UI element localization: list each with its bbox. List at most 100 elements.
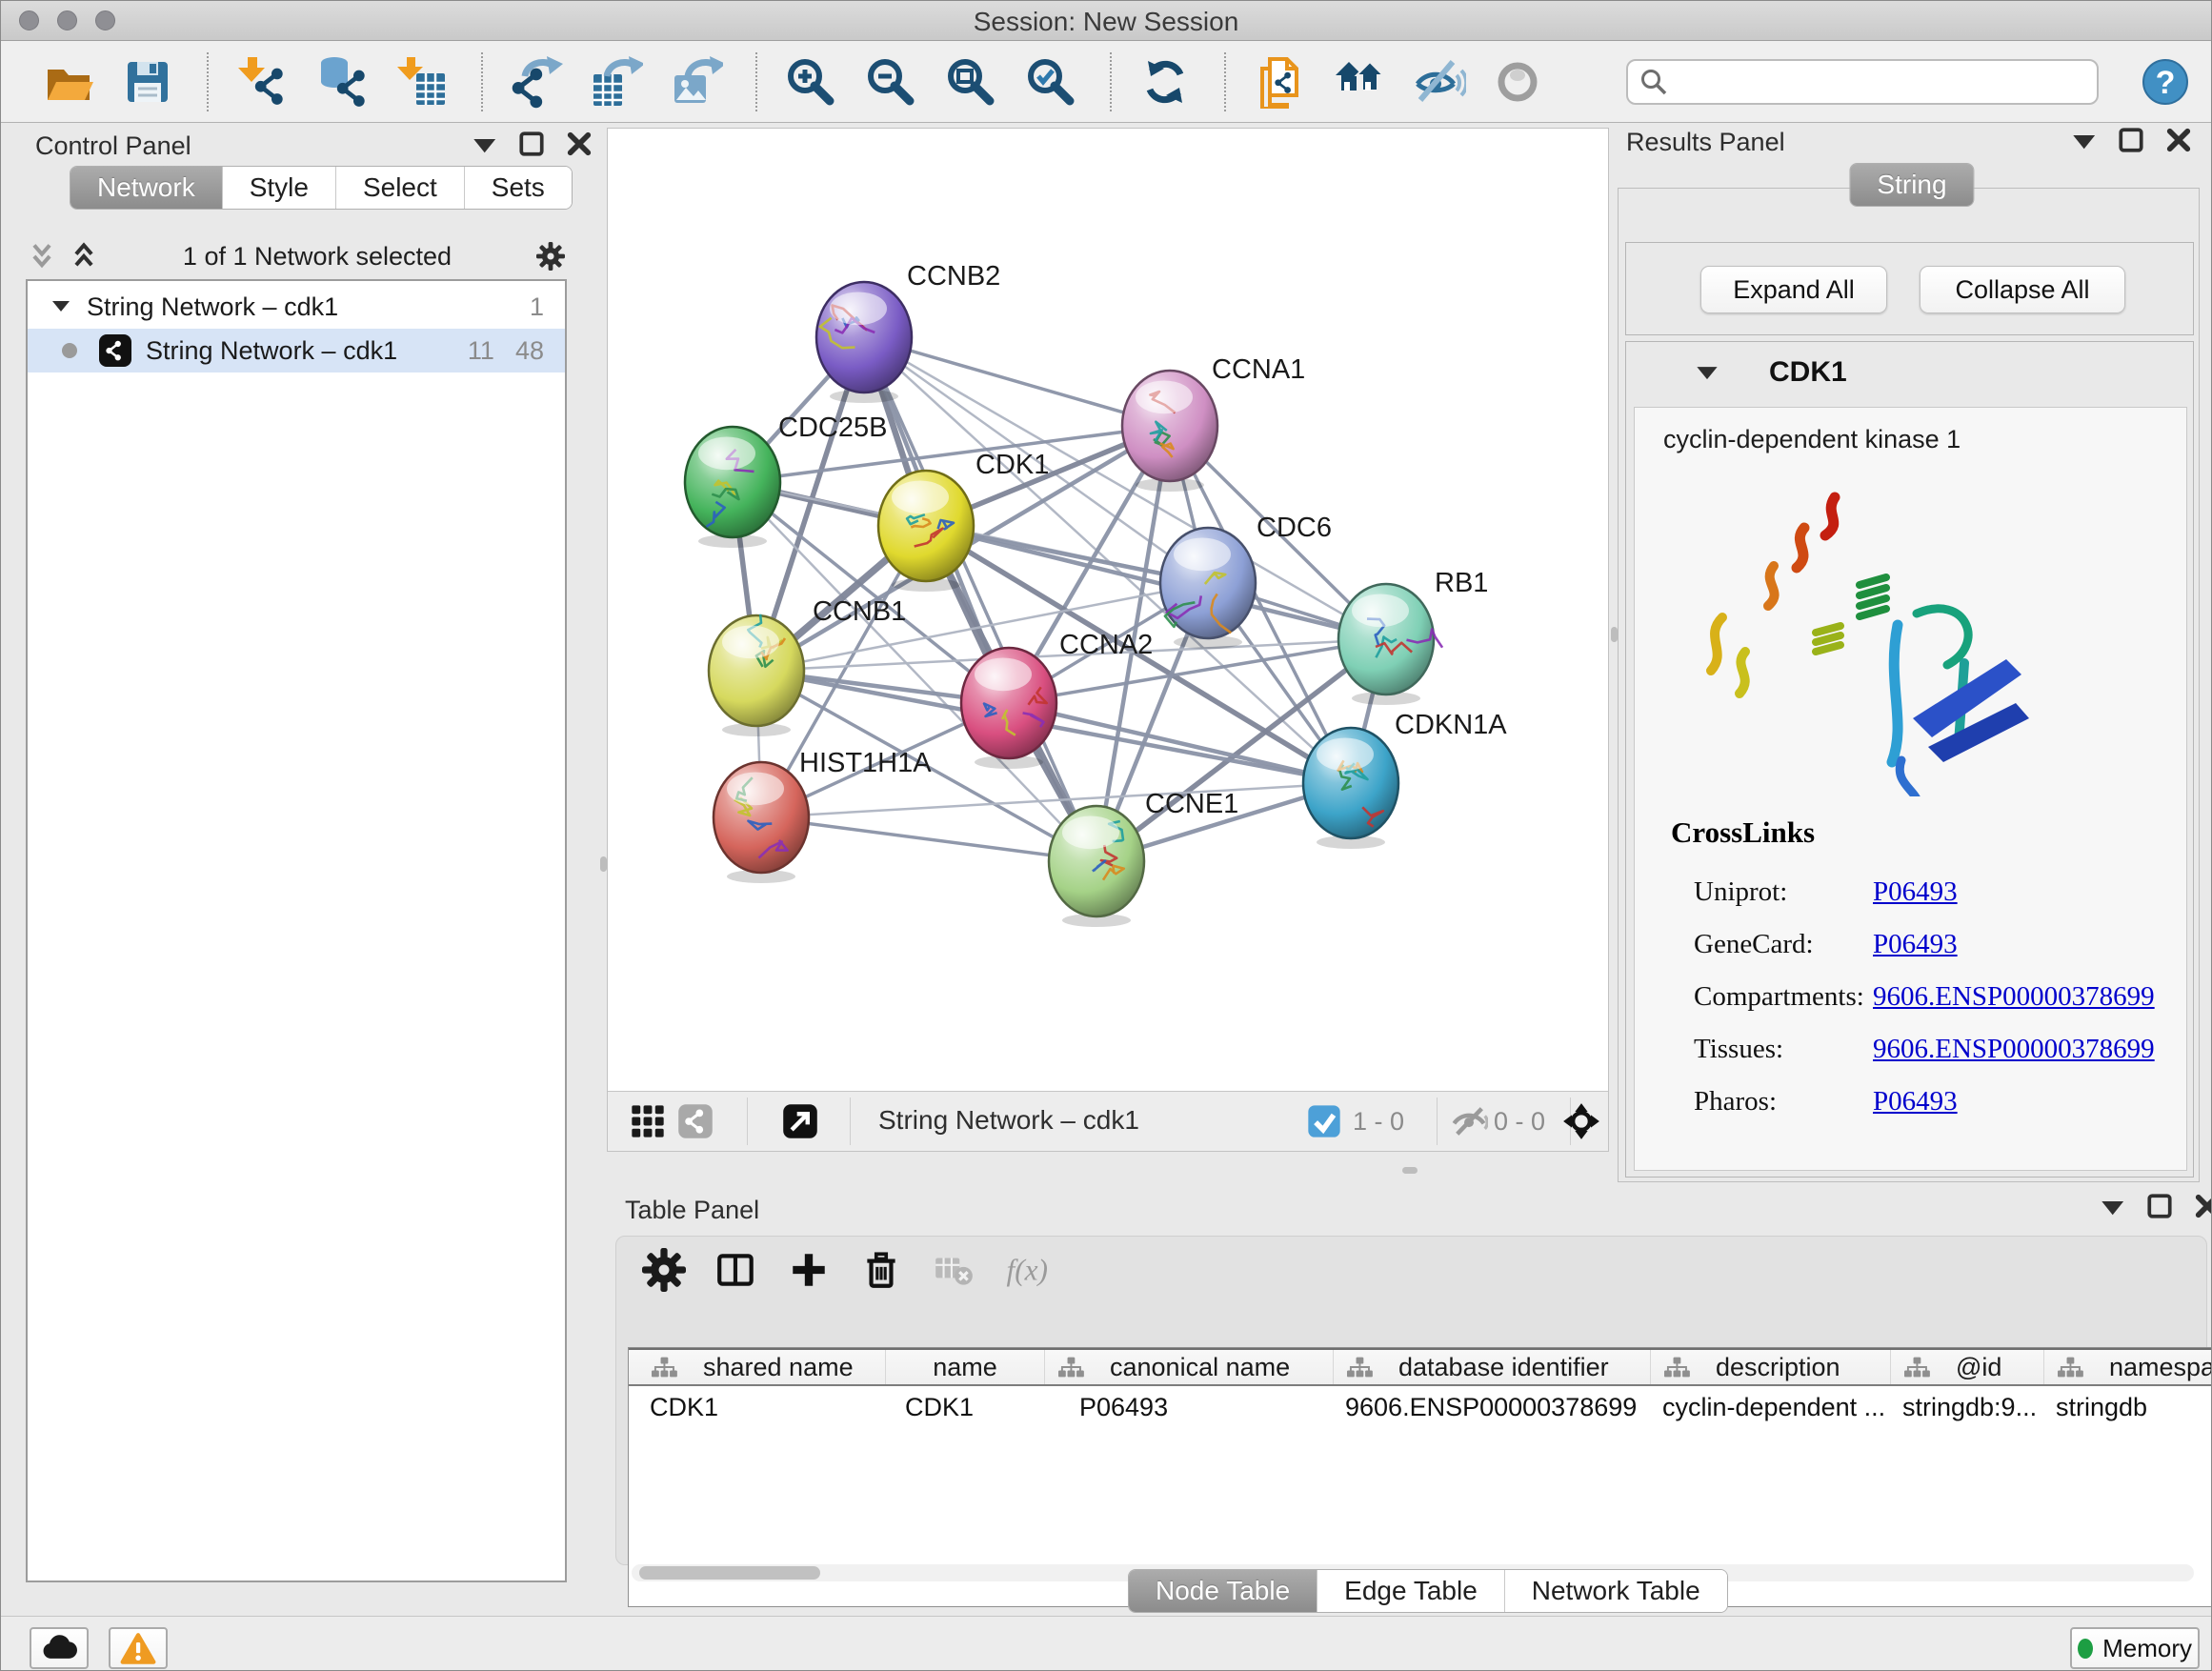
collapse-all-button[interactable]: Collapse All xyxy=(1920,266,2125,313)
hide-enhanced-graphics-button[interactable] xyxy=(1413,54,1468,110)
delete-column-button[interactable] xyxy=(859,1248,903,1292)
title-bar[interactable]: Session: New Session xyxy=(1,1,2211,41)
network-column-icon xyxy=(1662,1355,1691,1379)
node-CCNE1[interactable] xyxy=(1049,806,1144,927)
crosslink-link[interactable]: 9606.ENSP00000378699 xyxy=(1873,981,2155,1013)
tab-network-table[interactable]: Network Table xyxy=(1504,1570,1727,1612)
cell-name[interactable]: CDK1 xyxy=(886,1393,1045,1422)
tab-style[interactable]: Style xyxy=(222,167,335,209)
grid-view-button[interactable] xyxy=(629,1102,667,1140)
add-column-button[interactable] xyxy=(787,1248,831,1292)
column-header-namespace[interactable]: namespace xyxy=(2044,1350,2212,1384)
network-options-gear-icon[interactable] xyxy=(534,240,567,272)
hidden-items-eye-slash-icon[interactable] xyxy=(1450,1102,1488,1140)
crosslink-link[interactable]: 9606.ENSP00000378699 xyxy=(1873,1034,2155,1065)
node-CDKN1A[interactable] xyxy=(1303,728,1398,849)
cell-description[interactable]: cyclin-dependent ... xyxy=(1651,1393,1891,1422)
column-header-shared-name[interactable]: shared name xyxy=(638,1350,886,1384)
tab-select[interactable]: Select xyxy=(335,167,464,209)
results-panel-collapse-button[interactable] xyxy=(2067,124,2100,156)
node-RB1[interactable] xyxy=(1338,584,1442,705)
left-splitter-handle[interactable] xyxy=(600,856,607,872)
collapse-all-networks-icon[interactable] xyxy=(26,240,58,272)
cell--id[interactable]: stringdb:9... xyxy=(1891,1393,2044,1422)
tab-network[interactable]: Network xyxy=(70,167,222,209)
function-builder-button[interactable]: f(x) xyxy=(1004,1248,1075,1292)
crosslink-link[interactable]: P06493 xyxy=(1873,1086,1958,1117)
gene-section-header[interactable]: CDK1 xyxy=(1626,342,2193,403)
search-input[interactable] xyxy=(1676,66,2085,97)
export-table-button[interactable] xyxy=(590,54,645,110)
show-graphics-details-button[interactable] xyxy=(1493,54,1548,110)
collapse-caret-icon[interactable] xyxy=(1695,360,1719,385)
right-splitter-handle[interactable] xyxy=(1611,627,1618,642)
tree-expander-caret-icon[interactable] xyxy=(50,296,71,317)
cell-namespace[interactable]: stringdb xyxy=(2044,1393,2212,1422)
export-network-button[interactable] xyxy=(510,54,565,110)
table-panel-float-button[interactable] xyxy=(2143,1190,2176,1222)
string-home-button[interactable] xyxy=(1333,54,1388,110)
scrollbar-thumb[interactable] xyxy=(639,1566,820,1580)
tab-edge-table[interactable]: Edge Table xyxy=(1317,1570,1504,1612)
edge-CCNA2-CDKN1A[interactable] xyxy=(1009,703,1351,783)
table-settings-gear-button[interactable] xyxy=(642,1248,686,1292)
edge-HIST1H1A-CCNE1[interactable] xyxy=(761,817,1096,861)
help-button[interactable]: ? xyxy=(2139,54,2194,110)
cloud-status-button[interactable] xyxy=(30,1627,89,1669)
network-canvas[interactable]: CCNB2CCNA1CDC25BCDK1CDC6RB1CCNB1CCNA2CDK… xyxy=(608,129,1608,1091)
results-panel-close-button[interactable] xyxy=(2162,124,2195,156)
column-header--id[interactable]: @id xyxy=(1891,1350,2044,1384)
import-table-file-button[interactable] xyxy=(395,54,451,110)
warning-status-button[interactable] xyxy=(109,1627,168,1669)
node-CCNB1[interactable] xyxy=(709,614,804,736)
zoom-selected-button[interactable] xyxy=(1024,54,1079,110)
expand-all-button[interactable]: Expand All xyxy=(1700,266,1887,313)
selected-nodes-checkbox-icon[interactable] xyxy=(1305,1102,1343,1140)
node-HIST1H1A[interactable] xyxy=(714,762,809,883)
horizontal-splitter-handle[interactable] xyxy=(1402,1167,1418,1174)
crosslink-link[interactable]: P06493 xyxy=(1873,929,1958,960)
column-header-description[interactable]: description xyxy=(1651,1350,1891,1384)
network-tree-row[interactable]: String Network – cdk11 xyxy=(28,285,565,329)
refresh-layout-button[interactable] xyxy=(1138,54,1194,110)
column-header-name[interactable]: name xyxy=(886,1350,1045,1384)
string-document-button[interactable] xyxy=(1253,54,1308,110)
open-view-in-window-button[interactable] xyxy=(781,1102,819,1140)
node-CCNA1[interactable] xyxy=(1122,371,1217,492)
delete-table-button[interactable] xyxy=(932,1248,975,1292)
open-session-button[interactable] xyxy=(41,54,96,110)
memory-status-button[interactable]: Memory xyxy=(2070,1627,2200,1669)
column-header-database-identifier[interactable]: database identifier xyxy=(1334,1350,1651,1384)
node-CDC25B[interactable] xyxy=(685,427,780,548)
zoom-fit-button[interactable] xyxy=(944,54,999,110)
column-header-canonical-name[interactable]: canonical name xyxy=(1045,1350,1334,1384)
network-tree-row[interactable]: String Network – cdk11148 xyxy=(28,329,565,372)
zoom-in-button[interactable] xyxy=(784,54,839,110)
network-view-panel[interactable]: CCNB2CCNA1CDC25BCDK1CDC6RB1CCNB1CCNA2CDK… xyxy=(607,128,1609,1152)
control-panel-close-button[interactable] xyxy=(563,128,595,160)
table-panel-collapse-button[interactable] xyxy=(2096,1190,2128,1222)
cell-shared-name[interactable]: CDK1 xyxy=(638,1393,886,1422)
tab-sets[interactable]: Sets xyxy=(464,167,572,209)
tab-node-table[interactable]: Node Table xyxy=(1129,1570,1317,1612)
results-panel-float-button[interactable] xyxy=(2115,124,2147,156)
save-session-button[interactable] xyxy=(121,54,176,110)
pan-move-tool-button[interactable] xyxy=(1562,1102,1600,1140)
show-columns-button[interactable] xyxy=(714,1248,758,1292)
export-image-button[interactable] xyxy=(670,54,725,110)
search-box[interactable] xyxy=(1626,59,2099,105)
annotations-toggle-button[interactable] xyxy=(676,1102,714,1140)
import-network-database-button[interactable] xyxy=(315,54,371,110)
node-CCNB2[interactable] xyxy=(816,282,912,403)
import-network-file-button[interactable] xyxy=(235,54,291,110)
control-panel-collapse-button[interactable] xyxy=(468,128,500,160)
cell-database-identifier[interactable]: 9606.ENSP00000378699 xyxy=(1334,1393,1651,1422)
zoom-out-button[interactable] xyxy=(864,54,919,110)
control-panel-float-button[interactable] xyxy=(515,128,548,160)
table-row[interactable]: CDK1CDK1P064939606.ENSP00000378699cyclin… xyxy=(629,1386,2212,1428)
table-panel-close-button[interactable] xyxy=(2191,1190,2212,1222)
tab-string[interactable]: String xyxy=(1850,164,1973,206)
cell-canonical-name[interactable]: P06493 xyxy=(1045,1393,1334,1422)
expand-all-networks-icon[interactable] xyxy=(68,240,100,272)
crosslink-link[interactable]: P06493 xyxy=(1873,876,1958,908)
